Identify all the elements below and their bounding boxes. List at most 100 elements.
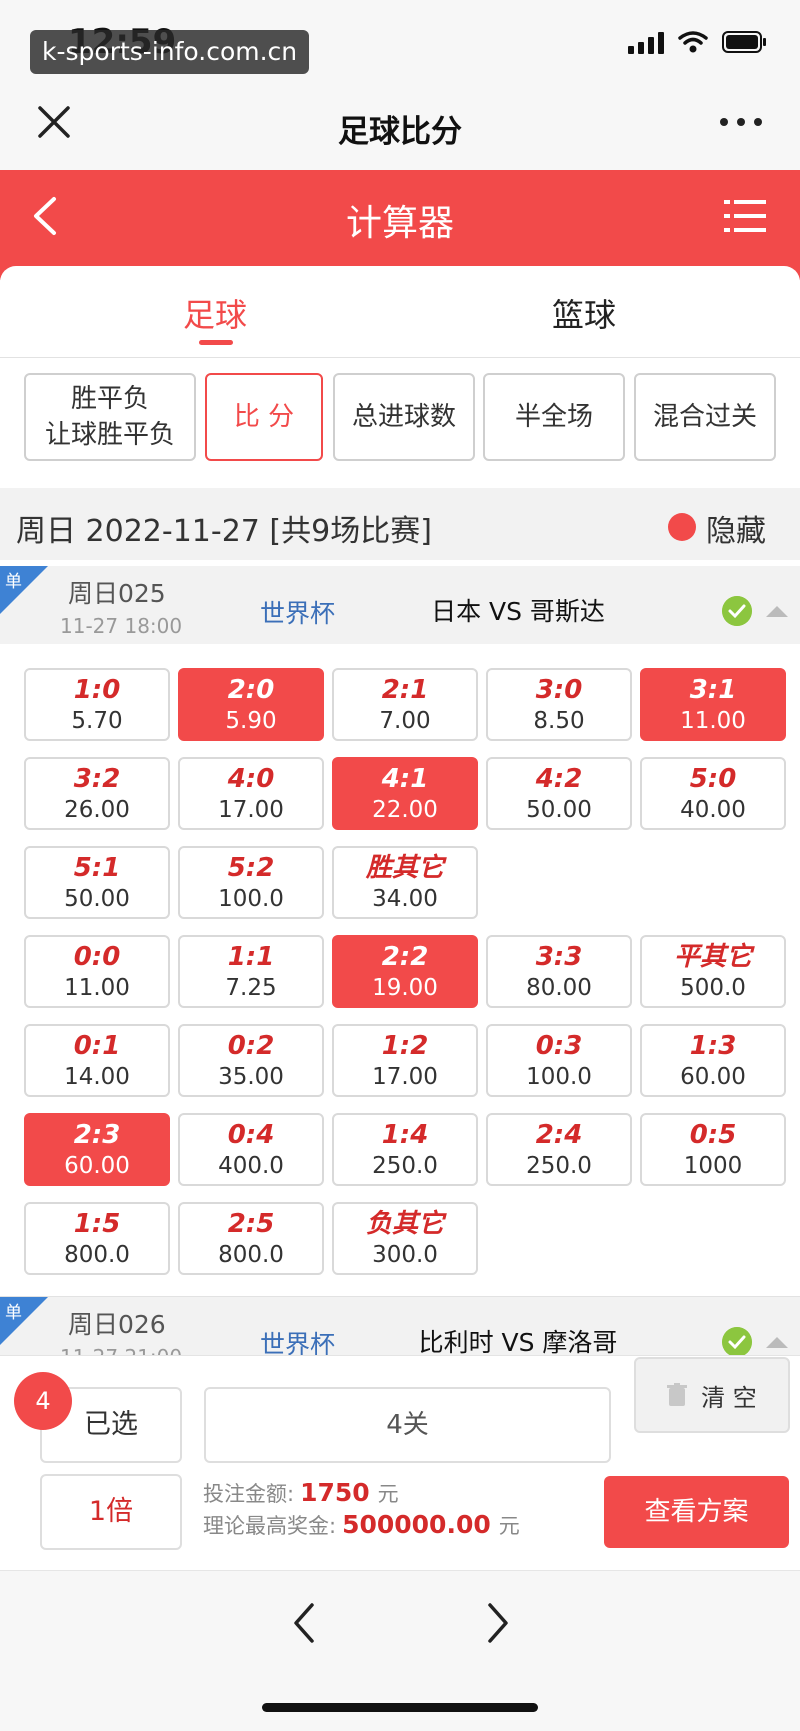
odds-value: 60.00 [64,1153,130,1179]
score-odds-option[interactable]: 1:1 7.25 [178,935,324,1008]
score-odds-option[interactable]: 1:4 250.0 [332,1113,478,1186]
odds-value: 800.0 [64,1242,130,1268]
max-prize-label: 理论最高奖金: [203,1514,337,1538]
score-odds-option[interactable]: 2:0 5.90 [178,668,324,741]
score-odds-option[interactable]: 1:3 60.00 [640,1024,786,1097]
view-plan-button[interactable]: 查看方案 [604,1476,789,1548]
score-odds-option[interactable]: 3:3 80.00 [486,935,632,1008]
odds-value: 400.0 [218,1153,284,1179]
score-odds-option[interactable]: 负其它 300.0 [332,1202,478,1275]
score-odds-option[interactable]: 2:5 800.0 [178,1202,324,1275]
odds-value: 26.00 [64,797,130,823]
score-odds-option[interactable]: 2:4 250.0 [486,1113,632,1186]
score-odds-option[interactable]: 0:4 400.0 [178,1113,324,1186]
odds-value: 5.70 [71,708,123,734]
play-type-label-sub: 让球胜平负 [44,420,175,450]
score-odds-option[interactable]: 0:2 35.00 [178,1024,324,1097]
match-time: 11-27 18:00 [60,614,183,638]
active-tab-indicator [199,340,233,345]
score-label: 0:4 [227,1120,275,1150]
play-type-label: 混合过关 [652,402,757,432]
tab-divider [0,357,800,358]
more-options-icon[interactable] [720,118,762,126]
score-label: 5:0 [689,764,737,794]
score-odds-option[interactable]: 3:1 11.00 [640,668,786,741]
score-odds-option[interactable]: 1:0 5.70 [24,668,170,741]
score-odds-option[interactable]: 2:2 19.00 [332,935,478,1008]
match-teams: 日本 VS 哥斯达 [431,597,605,626]
score-odds-option[interactable]: 4:1 22.00 [332,757,478,830]
play-type-label: 比 分 [233,402,295,432]
page-title: 足球比分 [338,114,462,150]
score-label: 4:1 [381,764,429,794]
play-type-score[interactable]: 比 分 [205,373,323,461]
odds-value: 35.00 [218,1064,284,1090]
score-label: 2:3 [73,1120,121,1150]
match-header[interactable]: 单 周日026 11-27 21:00 世界杯 比利时 VS 摩洛哥 [0,1297,800,1357]
score-odds-option[interactable]: 0:1 14.00 [24,1024,170,1097]
score-label: 4:2 [535,764,583,794]
score-odds-option[interactable]: 5:1 50.00 [24,846,170,919]
score-label: 0:2 [227,1031,275,1061]
selected-count-badge: 4 [14,1372,72,1430]
score-odds-option[interactable]: 5:2 100.0 [178,846,324,919]
odds-value: 11.00 [64,975,130,1001]
score-odds-option[interactable]: 3:0 8.50 [486,668,632,741]
collapse-caret-icon[interactable] [766,1337,788,1348]
score-label: 1:1 [227,942,275,972]
pass-type-selector[interactable]: 4关 [204,1387,611,1463]
single-tag-text: 单 [5,572,22,592]
list-menu-icon[interactable] [724,198,766,234]
match-league: 世界杯 [260,599,336,628]
watermark: k-sports-info.com.cn [30,30,310,74]
clear-button[interactable]: 清 空 [634,1357,790,1433]
score-odds-option[interactable]: 4:0 17.00 [178,757,324,830]
play-type-total-goals[interactable]: 总进球数 [333,373,475,461]
score-odds-option[interactable]: 3:2 26.00 [24,757,170,830]
bet-amount-value: 1750 [300,1478,370,1507]
multiplier-button[interactable]: 1倍 [40,1474,182,1550]
score-odds-option[interactable]: 胜其它 34.00 [332,846,478,919]
score-label: 2:0 [227,675,275,705]
hide-toggle-label[interactable]: 隐藏 [706,506,766,550]
odds-value: 40.00 [680,797,746,823]
score-odds-option[interactable]: 0:5 1000 [640,1113,786,1186]
date-section-title: 周日 2022-11-27 [共9场比赛] [16,514,432,549]
collapse-caret-icon[interactable] [766,606,788,617]
score-label: 1:3 [689,1031,737,1061]
calculator-header: 计算器 [0,170,800,280]
score-label: 负其它 [365,1209,444,1239]
odds-value: 50.00 [64,886,130,912]
odds-value: 5.90 [225,708,277,734]
odds-value: 50.00 [526,797,592,823]
score-odds-option[interactable]: 0:0 11.00 [24,935,170,1008]
tab-basketball[interactable]: 篮球 [552,290,616,336]
score-odds-option[interactable]: 1:5 800.0 [24,1202,170,1275]
score-label: 5:2 [227,853,275,883]
tab-football[interactable]: 足球 [183,290,247,336]
play-type-mixed[interactable]: 混合过关 [634,373,776,461]
max-prize-value: 500000.00 [342,1510,491,1539]
bet-amount-unit: 元 [377,1482,399,1506]
score-odds-option[interactable]: 1:2 17.00 [332,1024,478,1097]
match-teams: 比利时 VS 摩洛哥 [418,1328,618,1357]
odds-value: 11.00 [680,708,746,734]
score-odds-option[interactable]: 2:3 60.00 [24,1113,170,1186]
nav-back-icon[interactable] [290,1601,318,1645]
score-odds-option[interactable]: 5:0 40.00 [640,757,786,830]
score-odds-option[interactable]: 0:3 100.0 [486,1024,632,1097]
score-label: 胜其它 [365,853,444,883]
score-odds-option[interactable]: 4:2 50.00 [486,757,632,830]
odds-value: 22.00 [372,797,438,823]
match-header[interactable]: 单 周日025 11-27 18:00 世界杯 日本 VS 哥斯达 [0,566,800,644]
odds-value: 1000 [683,1153,743,1179]
play-type-win-draw-lose[interactable]: 胜平负 让球胜平负 [24,373,196,461]
score-odds-option[interactable]: 平其它 500.0 [640,935,786,1008]
score-odds-option[interactable]: 2:1 7.00 [332,668,478,741]
check-circle-icon [722,1327,752,1357]
play-type-half-full[interactable]: 半全场 [483,373,625,461]
score-label: 3:3 [535,942,583,972]
score-label: 2:2 [381,942,429,972]
nav-forward-icon[interactable] [484,1601,512,1645]
hide-toggle-dot[interactable] [668,513,696,541]
